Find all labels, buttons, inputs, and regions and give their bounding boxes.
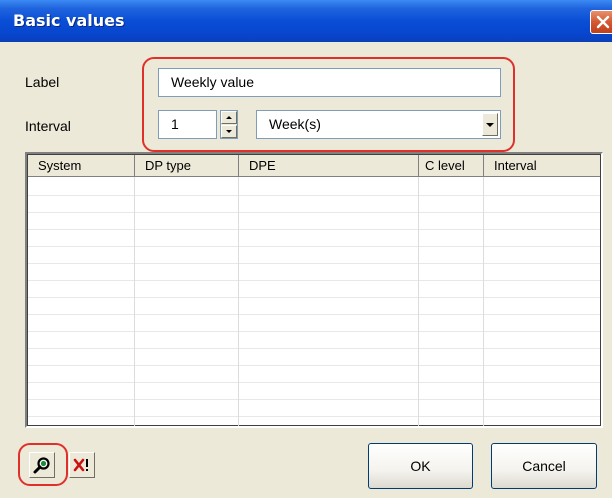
grid-line [28,195,600,196]
column-header-interval[interactable]: Interval [484,155,600,177]
label-input[interactable]: Weekly value [158,68,501,97]
grid-line [28,297,600,298]
column-header-c-level[interactable]: C level [419,155,484,177]
column-header-dpe[interactable]: DPE [239,155,419,177]
table-frame: System DP type DPE C level Interval [27,154,601,426]
grid-line [28,280,600,281]
column-divider [134,177,135,426]
arrow-down-icon [226,130,232,133]
column-divider [418,177,419,426]
interval-caption: Interval [25,118,71,134]
grid-line [28,382,600,383]
interval-unit-value: Week(s) [269,116,321,132]
search-button[interactable] [29,452,55,478]
spin-down-button[interactable] [221,125,237,138]
column-divider [483,177,484,426]
interval-number-input[interactable]: 1 [158,110,217,139]
spin-up-button[interactable] [221,111,237,124]
dropdown-button[interactable] [482,113,498,136]
window-title: Basic values [13,11,125,30]
close-icon [596,15,610,29]
column-header-dp-type[interactable]: DP type [135,155,239,177]
grid-line [28,263,600,264]
grid-line [28,229,600,230]
ok-button[interactable]: OK [368,443,473,489]
delete-button[interactable] [69,452,95,478]
interval-unit-select[interactable]: Week(s) [256,110,501,139]
grid-line [28,246,600,247]
interval-spinner[interactable] [220,110,238,139]
grid-line [28,416,600,417]
search-icon [33,457,50,474]
cancel-button[interactable]: Cancel [491,443,597,489]
delete-x-icon [73,458,88,472]
grid-line [28,212,600,213]
chevron-down-icon [486,123,494,127]
grid-line [28,314,600,315]
grid-line [28,365,600,366]
arrow-up-icon [226,116,232,119]
values-table[interactable]: System DP type DPE C level Interval [25,152,603,428]
grid-line [28,331,600,332]
column-header-system[interactable]: System [28,155,135,177]
close-button[interactable] [590,10,612,34]
grid-line [28,348,600,349]
grid-line [28,399,600,400]
title-bar[interactable]: Basic values [0,0,612,42]
dialog-window: Basic values Label Weekly value Interval… [0,0,612,498]
column-divider [238,177,239,426]
label-caption: Label [25,74,60,90]
